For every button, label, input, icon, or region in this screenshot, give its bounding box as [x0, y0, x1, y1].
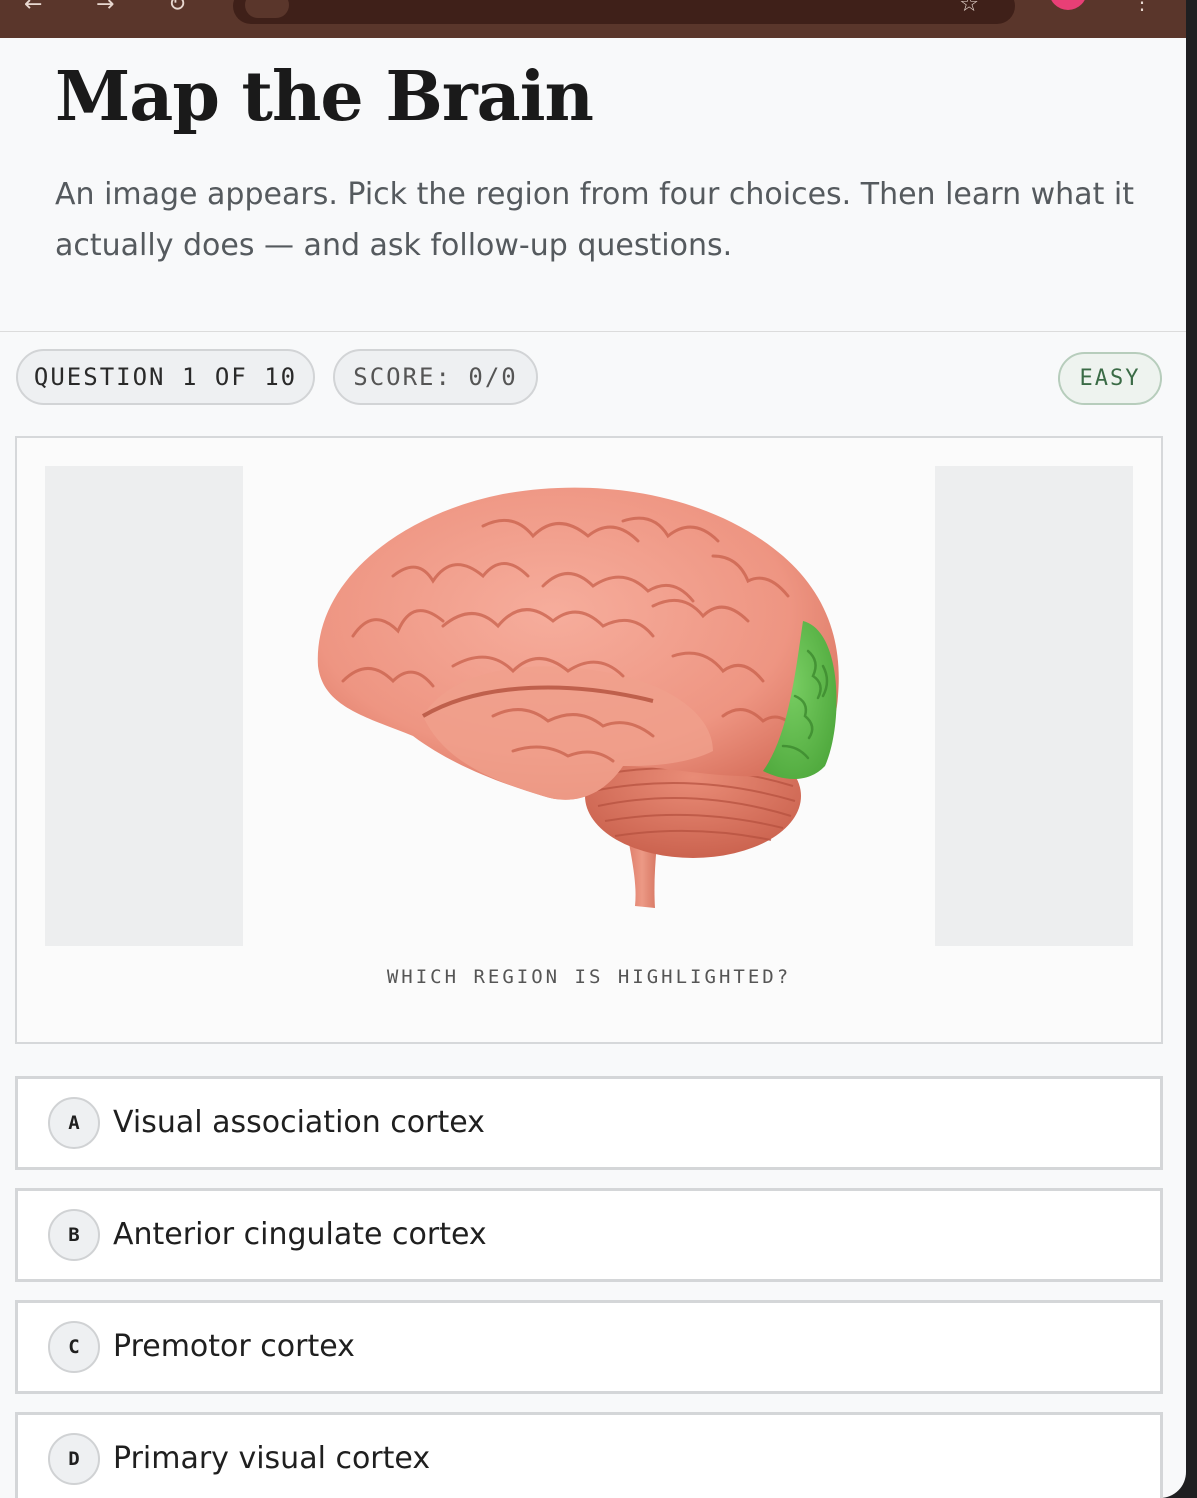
- brain-image: [243, 466, 935, 946]
- page: Map the Brain An image appears. Pick the…: [0, 38, 1186, 1498]
- page-title: Map the Brain: [55, 57, 594, 137]
- option-letter-badge: D: [48, 1433, 100, 1485]
- forward-arrow-icon[interactable]: →: [96, 0, 114, 17]
- answer-option-d[interactable]: D Primary visual cortex: [15, 1412, 1163, 1498]
- browser-menu-icon[interactable]: ⋮: [1132, 0, 1152, 15]
- back-arrow-icon[interactable]: ←: [24, 0, 42, 17]
- profile-avatar[interactable]: [1049, 0, 1087, 10]
- image-padding-left: [45, 466, 243, 946]
- option-label: Primary visual cortex: [113, 1441, 431, 1476]
- background-window-edge: [1186, 0, 1197, 1498]
- answer-option-b[interactable]: B Anterior cingulate cortex: [15, 1188, 1163, 1282]
- option-letter-badge: C: [48, 1321, 100, 1373]
- option-letter-badge: B: [48, 1209, 100, 1261]
- quiz-image-card: WHICH REGION IS HIGHLIGHTED?: [15, 436, 1163, 1044]
- score-badge: SCORE: 0/0: [333, 349, 538, 405]
- answer-option-c[interactable]: C Premotor cortex: [15, 1300, 1163, 1394]
- page-subtitle: An image appears. Pick the region from f…: [55, 177, 1134, 263]
- answer-option-a[interactable]: A Visual association cortex: [15, 1076, 1163, 1170]
- option-label: Visual association cortex: [113, 1105, 485, 1140]
- image-padding-right: [935, 466, 1133, 946]
- difficulty-badge: EASY: [1058, 352, 1162, 405]
- reload-icon[interactable]: ↻: [168, 0, 186, 17]
- brain-lateral-view-icon: [317, 487, 839, 908]
- question-counter-badge: QUESTION 1 OF 10: [16, 349, 315, 405]
- hero-section: Map the Brain An image appears. Pick the…: [0, 38, 1186, 332]
- option-letter-badge: A: [48, 1097, 100, 1149]
- site-info-icon[interactable]: [245, 0, 289, 18]
- browser-toolbar: ← → ↻ ☆ ⋮: [0, 0, 1186, 38]
- bookmark-star-icon[interactable]: ☆: [959, 0, 979, 17]
- address-bar[interactable]: ☆: [233, 0, 1015, 24]
- option-label: Anterior cingulate cortex: [113, 1217, 487, 1252]
- option-label: Premotor cortex: [113, 1329, 355, 1364]
- question-prompt: WHICH REGION IS HIGHLIGHTED?: [386, 966, 792, 988]
